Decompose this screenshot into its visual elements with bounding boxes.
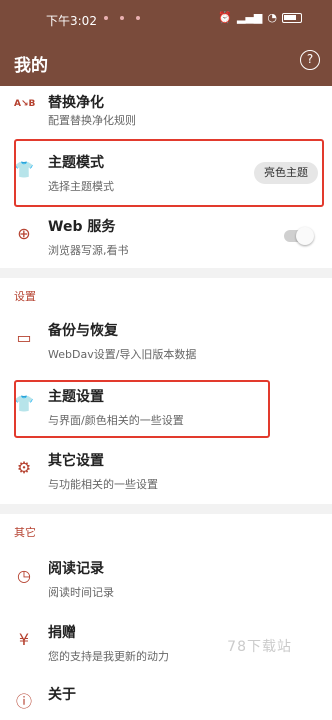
wifi-icon: ◔ xyxy=(267,11,277,24)
history-title: 阅读记录 xyxy=(48,561,104,577)
history-item[interactable]: ◷ 阅读记录 阅读时间记录 xyxy=(0,546,332,610)
toggle-knob xyxy=(296,227,314,245)
clock-icon: ◷ xyxy=(17,566,31,585)
other-settings-title: 其它设置 xyxy=(48,453,104,469)
about-title: 关于 xyxy=(48,687,76,703)
theme-mode-value-chip[interactable]: 亮色主题 xyxy=(254,162,318,184)
replace-item[interactable]: A↘B 替换净化 配置替换净化规则 xyxy=(0,80,332,144)
theme-settings-item[interactable]: 👕 主题设置 与界面/颜色相关的一些设置 xyxy=(0,374,332,438)
yen-icon: ¥ xyxy=(18,630,30,649)
alarm-icon: ⏰ xyxy=(218,11,232,24)
settings-section-header: 设置 xyxy=(14,290,36,303)
replace-subtitle: 配置替换净化规则 xyxy=(48,114,136,127)
status-icons: ⏰ ▂▄▆ ◔ xyxy=(218,11,302,24)
page-title: 我的 xyxy=(14,56,48,76)
signal-icon: ▂▄▆ xyxy=(237,11,263,24)
folder-icon: ▭ xyxy=(16,328,32,347)
globe-icon: ⊕ xyxy=(17,224,31,243)
history-subtitle: 阅读时间记录 xyxy=(48,586,114,599)
theme-mode-title: 主题模式 xyxy=(48,155,104,171)
section-divider xyxy=(0,268,332,278)
theme-mode-subtitle: 选择主题模式 xyxy=(48,180,114,193)
watermark: 78下载站 xyxy=(227,639,292,655)
shirt-icon: 👕 xyxy=(14,160,34,179)
theme-settings-subtitle: 与界面/颜色相关的一些设置 xyxy=(48,414,184,427)
status-time: 下午3:02 xyxy=(46,14,97,28)
other-settings-subtitle: 与功能相关的一些设置 xyxy=(48,478,158,491)
donate-title: 捐赠 xyxy=(48,625,76,641)
other-section-header: 其它 xyxy=(14,526,36,539)
donate-subtitle: 您的支持是我更新的动力 xyxy=(48,650,169,663)
backup-title: 备份与恢复 xyxy=(48,323,118,339)
gear-icon: ⚙ xyxy=(16,458,32,477)
web-service-toggle[interactable] xyxy=(284,227,314,245)
web-service-item[interactable]: ⊕ Web 服务 浏览器写源,看书 xyxy=(0,204,332,268)
info-icon: ⓘ xyxy=(15,692,32,711)
battery-icon xyxy=(282,12,302,23)
shirt-icon: 👕 xyxy=(14,394,34,413)
theme-settings-title: 主题设置 xyxy=(48,389,104,405)
status-dots xyxy=(104,16,140,20)
backup-item[interactable]: ▭ 备份与恢复 WebDav设置/导入旧版本数据 xyxy=(0,308,332,372)
section-divider xyxy=(0,504,332,514)
web-service-subtitle: 浏览器写源,看书 xyxy=(48,244,129,257)
other-settings-item[interactable]: ⚙ 其它设置 与功能相关的一些设置 xyxy=(0,438,332,502)
status-bar: 下午3:02 ⏰ ▂▄▆ ◔ xyxy=(0,0,332,40)
replace-title: 替换净化 xyxy=(48,95,104,111)
theme-mode-item[interactable]: 👕 主题模式 选择主题模式 亮色主题 xyxy=(0,140,332,204)
web-service-title: Web 服务 xyxy=(48,219,116,235)
about-item[interactable]: ⓘ 关于 xyxy=(0,672,332,720)
replace-icon: A↘B xyxy=(14,99,36,109)
backup-subtitle: WebDav设置/导入旧版本数据 xyxy=(48,348,197,361)
help-icon[interactable]: ? xyxy=(300,50,320,70)
